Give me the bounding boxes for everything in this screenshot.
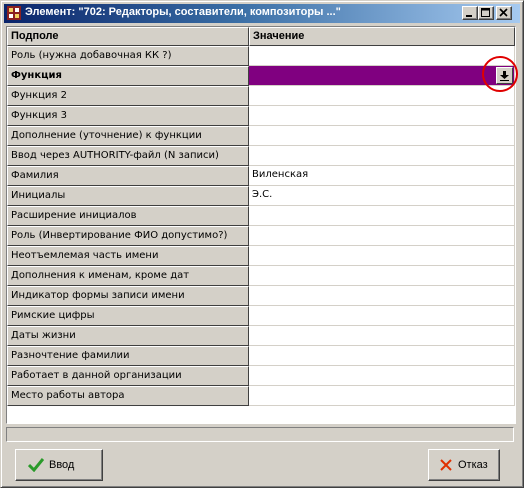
- field-name-cell: Роль (Инвертирование ФИО допустимо?): [7, 226, 249, 246]
- field-name-cell: Дополнения к именам, кроме дат: [7, 266, 249, 286]
- field-name-cell: Индикатор формы записи имени: [7, 286, 249, 306]
- maximize-button[interactable]: [478, 6, 494, 20]
- field-name-cell: Ввод через AUTHORITY-файл (N записи): [7, 146, 249, 166]
- field-value-cell[interactable]: [249, 126, 515, 146]
- field-value-cell[interactable]: [249, 226, 515, 246]
- table-row[interactable]: Римские цифры: [7, 306, 515, 326]
- field-value-cell[interactable]: [249, 86, 515, 106]
- minimize-button[interactable]: [462, 6, 478, 20]
- field-name-cell: Римские цифры: [7, 306, 249, 326]
- dialog-window: Элемент: "702: Редакторы, составители, к…: [0, 0, 524, 488]
- table-row[interactable]: Дополнение (уточнение) к функции: [7, 126, 515, 146]
- column-header-field[interactable]: Подполе: [7, 27, 249, 46]
- maximize-icon: [481, 8, 490, 17]
- field-name-cell: Место работы автора: [7, 386, 249, 406]
- field-value-cell[interactable]: [249, 246, 515, 266]
- subfield-grid: Подполе Значение Роль (нужна добавочная …: [6, 26, 516, 424]
- table-row[interactable]: Функция 3: [7, 106, 515, 126]
- ok-button-label: Ввод: [49, 459, 75, 471]
- table-row[interactable]: Роль (нужна добавочная КК ?): [7, 46, 515, 66]
- table-row[interactable]: Инициалы Э.С.: [7, 186, 515, 206]
- cancel-button[interactable]: Отказ: [428, 449, 500, 481]
- minimize-icon: [466, 15, 472, 17]
- field-name-cell: Дополнение (уточнение) к функции: [7, 126, 249, 146]
- table-row[interactable]: Индикатор формы записи имени: [7, 286, 515, 306]
- field-value-cell[interactable]: [249, 206, 515, 226]
- field-value-cell[interactable]: [249, 66, 515, 86]
- table-row[interactable]: Роль (Инвертирование ФИО допустимо?): [7, 226, 515, 246]
- field-value-cell[interactable]: [249, 106, 515, 126]
- table-row[interactable]: Функция 2: [7, 86, 515, 106]
- field-name-cell: Функция 2: [7, 86, 249, 106]
- field-name-cell: Роль (нужна добавочная КК ?): [7, 46, 249, 66]
- field-value-cell[interactable]: [249, 46, 515, 66]
- field-value-cell[interactable]: Виленская: [249, 166, 515, 186]
- field-name-cell: Работает в данной организации: [7, 366, 249, 386]
- close-button[interactable]: [496, 6, 512, 20]
- table-row[interactable]: Работает в данной организации: [7, 366, 515, 386]
- table-row[interactable]: Ввод через AUTHORITY-файл (N записи): [7, 146, 515, 166]
- field-value-cell[interactable]: Э.С.: [249, 186, 515, 206]
- field-name-cell: Разночтение фамилии: [7, 346, 249, 366]
- cross-icon: [440, 459, 452, 471]
- field-name-cell: Неотъемлемая часть имени: [7, 246, 249, 266]
- field-name-cell: Расширение инициалов: [7, 206, 249, 226]
- column-header-value[interactable]: Значение: [249, 27, 515, 46]
- dropdown-button[interactable]: [496, 67, 513, 84]
- field-name-cell: Даты жизни: [7, 326, 249, 346]
- window-title: Элемент: "702: Редакторы, составители, к…: [25, 6, 341, 18]
- table-row[interactable]: Неотъемлемая часть имени: [7, 246, 515, 266]
- dropdown-arrow-icon: [500, 71, 509, 81]
- status-bar: [6, 427, 514, 442]
- table-row[interactable]: Дополнения к именам, кроме дат: [7, 266, 515, 286]
- field-value-cell[interactable]: [249, 366, 515, 386]
- title-bar[interactable]: Элемент: "702: Редакторы, составители, к…: [4, 4, 520, 23]
- close-icon: [499, 8, 508, 17]
- field-name-cell: Инициалы: [7, 186, 249, 206]
- cancel-button-label: Отказ: [458, 459, 488, 471]
- field-value-text: Э.С.: [252, 189, 273, 200]
- field-value-cell[interactable]: [249, 346, 515, 366]
- field-value-cell[interactable]: [249, 146, 515, 166]
- field-value-cell[interactable]: [249, 386, 515, 406]
- field-value-cell[interactable]: [249, 326, 515, 346]
- ok-button[interactable]: Ввод: [15, 449, 103, 481]
- table-row[interactable]: Расширение инициалов: [7, 206, 515, 226]
- field-value-cell[interactable]: [249, 266, 515, 286]
- field-value-cell[interactable]: [249, 306, 515, 326]
- table-row[interactable]: Функция: [7, 66, 515, 86]
- app-icon: [7, 6, 21, 20]
- field-name-cell: Фамилия: [7, 166, 249, 186]
- checkmark-icon: [28, 458, 44, 472]
- table-row[interactable]: Фамилия Виленская: [7, 166, 515, 186]
- field-value-text: Виленская: [252, 169, 309, 180]
- field-name-cell: Функция 3: [7, 106, 249, 126]
- table-row[interactable]: Разночтение фамилии: [7, 346, 515, 366]
- table-row[interactable]: Место работы автора: [7, 386, 515, 406]
- field-value-cell[interactable]: [249, 286, 515, 306]
- field-name-cell: Функция: [7, 66, 249, 86]
- table-row[interactable]: Даты жизни: [7, 326, 515, 346]
